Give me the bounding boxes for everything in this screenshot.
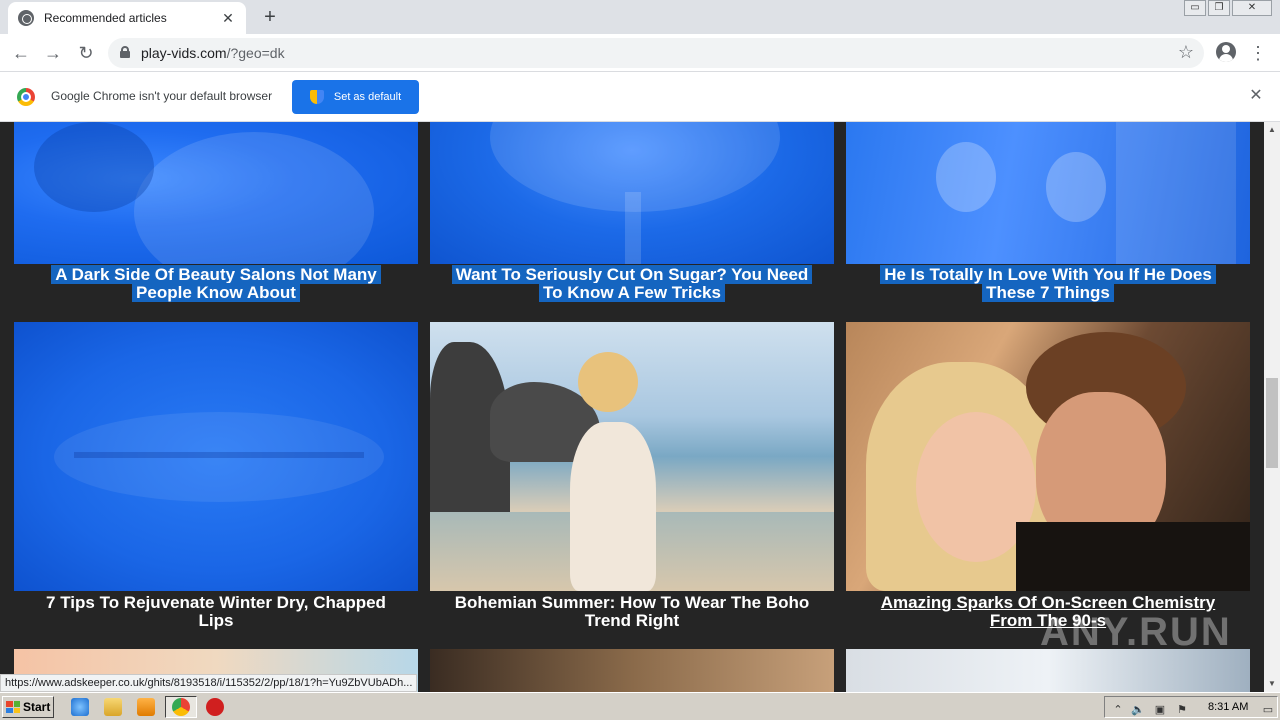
set-as-default-label: Set as default xyxy=(333,91,402,103)
browser-toolbar: ← → ↻ play-vids.com/?geo=dk ☆ ⋮ xyxy=(0,34,1280,72)
article-title-line2: These 7 Things xyxy=(982,283,1114,302)
volume-icon[interactable]: 🔈 xyxy=(1131,703,1145,717)
articles-grid: A Dark Side Of Beauty Salons Not Many Pe… xyxy=(0,122,1264,692)
opera-icon[interactable] xyxy=(206,698,224,716)
article-image[interactable] xyxy=(430,122,834,264)
link-status-bubble: https://www.adskeeper.co.uk/ghits/819351… xyxy=(0,674,418,692)
chrome-menu-icon[interactable]: ⋮ xyxy=(1248,40,1268,66)
profile-avatar-icon[interactable] xyxy=(1216,42,1236,62)
window-controls: ▭ ❐ ✕ xyxy=(1184,0,1272,16)
globe-icon xyxy=(18,10,34,26)
windows-logo-icon xyxy=(6,701,20,713)
windows-taskbar: Start ⌃ 🔈 ▣ ⚑ ▭ 8:31 AM xyxy=(0,692,1280,720)
infobar-message: Google Chrome isn't your default browser xyxy=(51,89,273,103)
scroll-up-arrow-icon[interactable]: ▲ xyxy=(1264,122,1280,138)
url-host: play-vids.com xyxy=(141,45,227,61)
article-title-line2: People Know About xyxy=(132,283,300,302)
network-icon[interactable]: ▣ xyxy=(1153,703,1167,717)
article-title[interactable]: A Dark Side Of Beauty Salons Not Many Pe… xyxy=(14,265,418,302)
close-window-button[interactable]: ✕ xyxy=(1232,0,1272,16)
article-title-line2: Lips xyxy=(198,611,234,630)
show-hidden-icons-icon[interactable]: ⌃ xyxy=(1111,703,1125,717)
minimize-button[interactable]: ▭ xyxy=(1184,0,1206,16)
lock-icon[interactable] xyxy=(120,46,130,58)
article-title-line2: Trend Right xyxy=(584,611,680,630)
article-image[interactable] xyxy=(14,122,418,264)
default-browser-infobar: Google Chrome isn't your default browser… xyxy=(0,72,1280,122)
taskbar-clock[interactable]: 8:31 AM xyxy=(1208,701,1248,713)
article-image[interactable] xyxy=(846,122,1250,264)
chrome-logo-icon xyxy=(17,88,35,106)
anyrun-watermark: ANY.RUN xyxy=(1040,610,1232,654)
chrome-taskbar-button[interactable] xyxy=(165,696,197,718)
forward-button[interactable]: → xyxy=(40,40,66,66)
bookmark-star-icon[interactable]: ☆ xyxy=(1178,42,1194,63)
set-as-default-button[interactable]: Set as default xyxy=(292,80,419,114)
show-desktop-icon[interactable]: ▭ xyxy=(1261,703,1275,717)
scroll-down-arrow-icon[interactable]: ▼ xyxy=(1264,676,1280,692)
start-label: Start xyxy=(23,700,51,714)
restore-button[interactable]: ❐ xyxy=(1208,0,1230,16)
url-path: /?geo=dk xyxy=(226,45,285,61)
vertical-scrollbar[interactable]: ▲ ▼ xyxy=(1264,122,1280,692)
article-title-line1: Bohemian Summer: How To Wear The Boho xyxy=(454,593,810,612)
address-bar[interactable]: play-vids.com/?geo=dk ☆ xyxy=(108,38,1204,68)
article-title-line1: A Dark Side Of Beauty Salons Not Many xyxy=(51,265,381,284)
reload-button[interactable]: ↻ xyxy=(73,40,99,66)
action-center-flag-icon[interactable]: ⚑ xyxy=(1175,703,1189,717)
article-title[interactable]: Want To Seriously Cut On Sugar? You Need… xyxy=(430,265,834,302)
article-image[interactable] xyxy=(846,322,1250,591)
folder-icon[interactable] xyxy=(104,698,122,716)
close-tab-icon[interactable]: ✕ xyxy=(220,10,236,26)
article-title[interactable]: 7 Tips To Rejuvenate Winter Dry, Chapped… xyxy=(14,594,418,630)
tab-recommended-articles[interactable]: Recommended articles ✕ xyxy=(8,2,246,34)
article-image[interactable] xyxy=(430,649,834,692)
tab-title: Recommended articles xyxy=(44,11,167,25)
article-image[interactable] xyxy=(846,649,1250,692)
tab-strip: Recommended articles ✕ + ▭ ❐ ✕ xyxy=(0,0,1280,34)
article-image[interactable] xyxy=(14,322,418,591)
article-title[interactable]: He Is Totally In Love With You If He Doe… xyxy=(846,265,1250,302)
article-image[interactable] xyxy=(430,322,834,591)
article-title-line1: He Is Totally In Love With You If He Doe… xyxy=(880,265,1216,284)
article-title-line1: Want To Seriously Cut On Sugar? You Need xyxy=(451,265,813,284)
article-title[interactable]: Bohemian Summer: How To Wear The Boho Tr… xyxy=(430,594,834,630)
chrome-icon xyxy=(172,698,190,716)
scroll-thumb[interactable] xyxy=(1266,378,1278,468)
system-tray: ⌃ 🔈 ▣ ⚑ ▭ xyxy=(1104,696,1278,718)
media-player-icon[interactable] xyxy=(137,698,155,716)
infobar-close-icon[interactable]: ✕ xyxy=(1248,88,1264,104)
new-tab-button[interactable]: + xyxy=(258,6,282,30)
internet-explorer-icon[interactable] xyxy=(71,698,89,716)
back-button[interactable]: ← xyxy=(8,40,34,66)
uac-shield-icon xyxy=(309,90,324,104)
start-button[interactable]: Start xyxy=(2,696,54,718)
article-title-line2: To Know A Few Tricks xyxy=(539,283,725,302)
article-title-line1: 7 Tips To Rejuvenate Winter Dry, Chapped xyxy=(46,593,386,612)
url-text[interactable]: play-vids.com/?geo=dk xyxy=(141,45,285,61)
